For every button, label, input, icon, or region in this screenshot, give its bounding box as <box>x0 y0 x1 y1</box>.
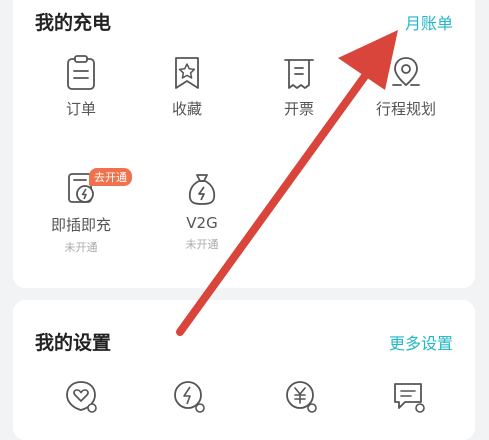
bookmark-star-icon <box>175 57 199 89</box>
grid-item-v2g[interactable]: V2G 未开通 <box>162 170 242 252</box>
heart-settings-icon[interactable] <box>63 378 99 414</box>
plug-and-charge-label: 即插即充 <box>50 216 111 234</box>
charging-card: 我的充电 月账单 订单 收藏 开票 行程规划 去开通 即插即充 未开通 V2G … <box>13 0 475 288</box>
clipboard-icon <box>67 55 95 90</box>
orders-label: 订单 <box>65 100 96 118</box>
grid-item-invoice[interactable]: 开票 <box>259 54 339 119</box>
monthly-bill-link[interactable]: 月账单 <box>405 10 453 34</box>
lightning-settings-icon[interactable] <box>171 378 207 414</box>
activate-badge[interactable]: 去开通 <box>89 168 132 186</box>
trip-planning-label: 行程规划 <box>375 100 436 118</box>
grid-item-trip-planning[interactable]: 行程规划 <box>366 54 446 119</box>
receipt-icon <box>284 59 314 89</box>
grid-item-plug-and-charge[interactable]: 去开通 即插即充 未开通 <box>41 168 132 255</box>
invoice-label: 开票 <box>283 100 314 118</box>
grid-item-orders[interactable]: 订单 <box>41 54 121 119</box>
v2g-label: V2G <box>186 214 218 232</box>
favorites-label: 收藏 <box>171 100 202 118</box>
more-settings-link[interactable]: 更多设置 <box>389 330 453 354</box>
map-pin-icon <box>392 57 420 87</box>
money-bag-lightning-icon <box>188 174 216 205</box>
settings-section-title: 我的设置 <box>35 332 112 354</box>
v2g-status: 未开通 <box>185 238 219 251</box>
grid-item-favorites[interactable]: 收藏 <box>147 54 227 119</box>
message-settings-icon[interactable] <box>391 378 427 414</box>
settings-card: 我的设置 更多设置 <box>13 300 475 440</box>
yuan-settings-icon[interactable] <box>283 378 319 414</box>
charging-section-title: 我的充电 <box>35 12 112 34</box>
plug-and-charge-status: 未开通 <box>64 241 98 254</box>
